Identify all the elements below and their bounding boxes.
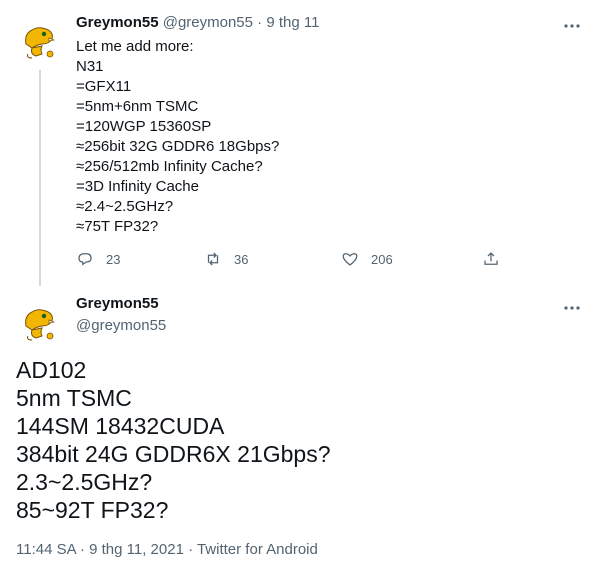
reply-line: =3D Infinity Cache (76, 178, 199, 195)
reply-icon (78, 253, 92, 266)
avatar-greymon55-main[interactable] (16, 296, 64, 344)
reply-actions-bar: 23 36 206 (76, 249, 506, 269)
heart-icon (342, 253, 358, 266)
reply-more-button[interactable] (562, 16, 582, 36)
reply-date[interactable]: 9 thg 11 (266, 14, 319, 31)
more-horizontal-icon (564, 306, 580, 310)
reply-line: =120WGP 15360SP (76, 118, 212, 135)
retweet-count: 36 (234, 251, 249, 267)
retweet-button[interactable]: 36 (204, 249, 248, 269)
share-icon (484, 252, 498, 265)
reply-line: ≈2.4~2.5GHz? (76, 198, 174, 215)
main-line: 384bit 24G GDDR6X 21Gbps? (16, 441, 331, 467)
reply-display-name[interactable]: Greymon55 (76, 14, 159, 31)
share-button[interactable] (482, 249, 500, 269)
main-line: 5nm TSMC (16, 385, 132, 411)
reply-line: ≈256bit 32G GDDR6 18Gbps? (76, 138, 280, 155)
reply-line: =GFX11 (76, 78, 132, 95)
like-button[interactable]: 206 (341, 249, 393, 269)
reply-button[interactable]: 23 (76, 249, 120, 269)
main-tweet-text: AD102 5nm TSMC 144SM 18432CUDA 384bit 24… (16, 356, 331, 524)
reply-line: ≈75T FP32? (76, 218, 159, 235)
reply-line: ≈256/512mb Infinity Cache? (76, 158, 263, 175)
reply-count: 23 (106, 251, 121, 267)
main-line: AD102 (16, 357, 87, 383)
agumon-avatar-icon (16, 296, 64, 344)
reply-line: N31 (76, 58, 104, 75)
main-display-name[interactable]: Greymon55 (76, 294, 159, 314)
agumon-avatar-icon (16, 14, 64, 62)
avatar-greymon55[interactable] (16, 14, 64, 62)
main-handle[interactable]: @greymon55 (76, 316, 166, 336)
main-more-button[interactable] (562, 298, 582, 318)
reply-line: =5nm+6nm TSMC (76, 98, 199, 115)
retweet-icon (207, 252, 219, 266)
like-count: 206 (371, 251, 393, 267)
reply-handle[interactable]: @greymon55 (163, 14, 253, 31)
main-line: 85~92T FP32? (16, 497, 169, 523)
reply-tweet-header: Greymon55 @greymon55 · 9 thg 11 (76, 13, 319, 33)
reply-separator: · (257, 14, 263, 31)
main-line: 2.3~2.5GHz? (16, 469, 153, 495)
more-horizontal-icon (564, 24, 580, 28)
main-line: 144SM 18432CUDA (16, 413, 225, 439)
reply-line: Let me add more: (76, 38, 194, 55)
reply-tweet-text: Let me add more: N31 =GFX11 =5nm+6nm TSM… (76, 37, 279, 237)
thread-connector-line (39, 70, 41, 286)
tweet-timestamp[interactable]: 11:44 SA · 9 thg 11, 2021 · Twitter for … (16, 540, 318, 560)
